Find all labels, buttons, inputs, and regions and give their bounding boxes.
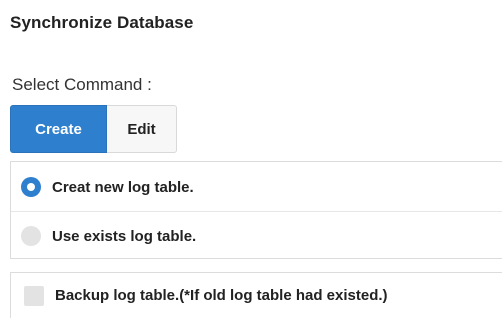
backup-log-table-option[interactable]: Backup log table.(*If old log table had … <box>10 272 502 318</box>
radio-checked-icon[interactable] <box>21 177 41 197</box>
option-create-new-log-table[interactable]: Creat new log table. <box>11 163 502 211</box>
synchronize-database-panel: Synchronize Database Select Command : Cr… <box>0 0 502 318</box>
create-button[interactable]: Create <box>10 105 107 153</box>
select-command-label: Select Command : <box>12 75 152 94</box>
radio-unchecked-icon[interactable] <box>21 226 41 246</box>
log-table-option-group: Creat new log table. Use exists log tabl… <box>10 161 502 259</box>
edit-button[interactable]: Edit <box>107 105 177 153</box>
page-title: Synchronize Database <box>10 13 194 32</box>
option-label: Use exists log table. <box>52 227 197 245</box>
backup-label: Backup log table.(*If old log table had … <box>55 287 388 304</box>
option-use-existing-log-table[interactable]: Use exists log table. <box>11 211 502 260</box>
backup-checkbox[interactable] <box>24 285 44 306</box>
command-button-group: Create Edit <box>10 105 177 153</box>
option-label: Creat new log table. <box>52 178 194 196</box>
